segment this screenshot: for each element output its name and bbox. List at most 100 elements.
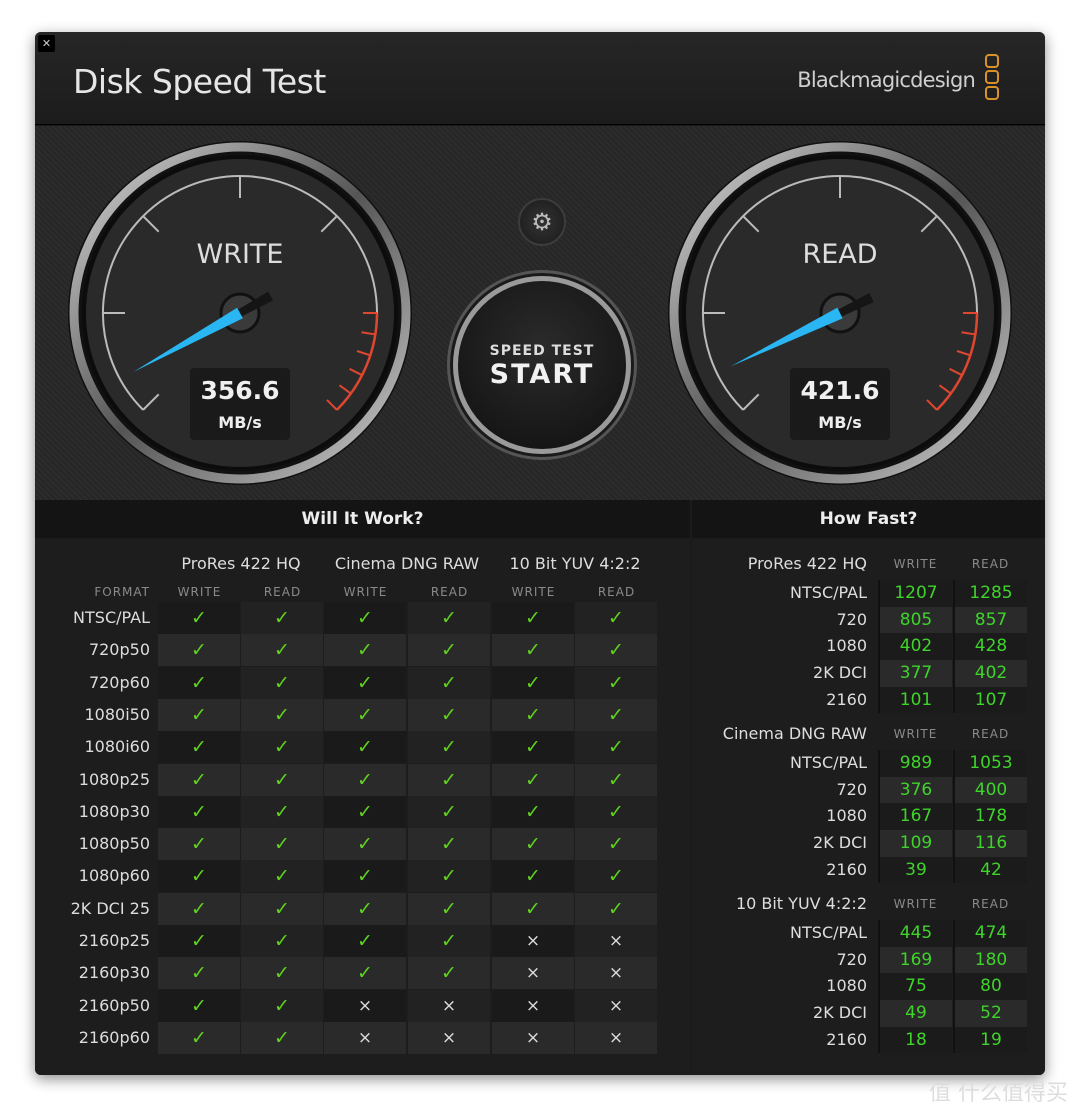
check-icon: ✓ bbox=[158, 731, 240, 764]
brand-logo-icon bbox=[985, 54, 1001, 102]
start-button[interactable]: SPEED TEST START bbox=[453, 276, 631, 454]
read-fps-value: 42 bbox=[953, 856, 1027, 884]
watermark: 值 什么值得买 bbox=[929, 1081, 1068, 1106]
write-fps-value: 167 bbox=[878, 803, 952, 831]
check-icon: ✓ bbox=[324, 698, 406, 731]
cross-icon: × bbox=[575, 1021, 657, 1054]
resolution-label: 720 bbox=[836, 779, 867, 799]
read-fps-value: 52 bbox=[953, 1000, 1027, 1027]
read-fps-value: 400 bbox=[953, 776, 1027, 804]
check-icon: ✓ bbox=[324, 731, 406, 764]
cross-icon: × bbox=[492, 989, 574, 1022]
write-gauge-label: WRITE bbox=[197, 239, 284, 270]
format-label: 1080p30 bbox=[78, 801, 150, 821]
check-icon: ✓ bbox=[575, 602, 657, 634]
read-fps-value: 107 bbox=[953, 686, 1027, 714]
check-icon: ✓ bbox=[575, 731, 657, 764]
check-icon: ✓ bbox=[408, 925, 490, 957]
how-fast-group-name: Cinema DNG RAW bbox=[722, 724, 867, 743]
how-fast-group-name: 10 Bit YUV 4:2:2 bbox=[735, 894, 867, 913]
check-icon: ✓ bbox=[324, 892, 406, 925]
cross-icon: × bbox=[408, 1021, 490, 1054]
settings-gear-icon[interactable]: ⚙ bbox=[518, 198, 566, 246]
resolution-label: 2160 bbox=[826, 859, 867, 879]
subcolumn-header: READ bbox=[597, 585, 636, 599]
how-fast-table: ProRes 422 HQ WRITE READ NTSC/PAL 1207 1285 72… bbox=[692, 538, 1045, 1075]
write-fps-value: 805 bbox=[878, 606, 952, 634]
write-column-header: WRITE bbox=[893, 557, 938, 571]
write-fps-value: 376 bbox=[878, 776, 952, 804]
resolution-label: 720 bbox=[836, 949, 867, 969]
check-icon: ✓ bbox=[492, 828, 574, 861]
check-icon: ✓ bbox=[575, 795, 657, 828]
cross-icon: × bbox=[575, 989, 657, 1022]
read-fps-value: 428 bbox=[953, 633, 1027, 661]
resolution-label: 1080 bbox=[826, 636, 867, 656]
check-icon: ✓ bbox=[408, 795, 490, 828]
check-icon: ✓ bbox=[158, 989, 240, 1022]
format-label: 720p60 bbox=[88, 672, 150, 692]
check-icon: ✓ bbox=[158, 860, 240, 893]
cross-icon: × bbox=[324, 989, 406, 1022]
format-column-header: FORMAT bbox=[94, 585, 150, 599]
check-icon: ✓ bbox=[241, 828, 323, 861]
cross-icon: × bbox=[492, 957, 574, 990]
format-label: 1080p50 bbox=[78, 834, 150, 854]
subcolumn-header: READ bbox=[263, 585, 302, 599]
format-label: 1080i50 bbox=[84, 704, 150, 724]
read-fps-value: 474 bbox=[953, 920, 1027, 947]
check-icon: ✓ bbox=[575, 892, 657, 925]
write-fps-value: 169 bbox=[878, 946, 952, 974]
check-icon: ✓ bbox=[241, 860, 323, 893]
check-icon: ✓ bbox=[241, 795, 323, 828]
write-fps-value: 18 bbox=[878, 1026, 952, 1054]
resolution-label: 2160 bbox=[826, 689, 867, 709]
check-icon: ✓ bbox=[241, 1021, 323, 1054]
check-icon: ✓ bbox=[324, 795, 406, 828]
check-icon: ✓ bbox=[158, 892, 240, 925]
format-label: 2K DCI 25 bbox=[70, 898, 150, 918]
subcolumn-header: WRITE bbox=[511, 585, 556, 599]
will-it-work-title: Will It Work? bbox=[35, 500, 690, 538]
check-icon: ✓ bbox=[324, 828, 406, 861]
check-icon: ✓ bbox=[492, 602, 574, 634]
check-icon: ✓ bbox=[241, 925, 323, 957]
check-icon: ✓ bbox=[408, 602, 490, 634]
check-icon: ✓ bbox=[324, 957, 406, 990]
group-header: ProRes 422 HQ bbox=[181, 554, 301, 573]
write-fps-value: 109 bbox=[878, 830, 952, 857]
subcolumn-header: READ bbox=[430, 585, 469, 599]
read-fps-value: 402 bbox=[953, 660, 1027, 687]
how-fast-title: How Fast? bbox=[692, 500, 1045, 538]
check-icon: ✓ bbox=[158, 1021, 240, 1054]
check-icon: ✓ bbox=[241, 731, 323, 764]
cross-icon: × bbox=[575, 925, 657, 957]
cross-icon: × bbox=[408, 989, 490, 1022]
check-icon: ✓ bbox=[492, 666, 574, 699]
write-fps-value: 445 bbox=[878, 920, 952, 947]
check-icon: ✓ bbox=[324, 763, 406, 796]
check-icon: ✓ bbox=[241, 666, 323, 699]
check-icon: ✓ bbox=[241, 634, 323, 667]
gauge-panel: WRITE 356.6 MB/s READ 421.6 MB/s ⚙ SPEED TES… bbox=[35, 126, 1045, 500]
check-icon: ✓ bbox=[324, 925, 406, 957]
close-icon[interactable]: ✕ bbox=[38, 35, 55, 52]
read-fps-value: 857 bbox=[953, 606, 1027, 634]
check-icon: ✓ bbox=[408, 860, 490, 893]
brand-name: Blackmagicdesign bbox=[797, 68, 976, 92]
write-fps-value: 39 bbox=[878, 856, 952, 884]
check-icon: ✓ bbox=[492, 795, 574, 828]
check-icon: ✓ bbox=[575, 763, 657, 796]
check-icon: ✓ bbox=[575, 828, 657, 861]
read-gauge: READ 421.6 MB/s bbox=[668, 141, 1012, 485]
read-fps-value: 180 bbox=[953, 946, 1027, 974]
read-fps-value: 178 bbox=[953, 803, 1027, 831]
write-fps-value: 402 bbox=[878, 633, 952, 661]
how-fast-group-name: ProRes 422 HQ bbox=[747, 554, 867, 573]
cross-icon: × bbox=[492, 1021, 574, 1054]
check-icon: ✓ bbox=[575, 634, 657, 667]
check-icon: ✓ bbox=[241, 892, 323, 925]
app-window: ✕ Disk Speed Test Blackmagicdesign WRITE… bbox=[35, 32, 1045, 1075]
resolution-label: 2160 bbox=[826, 1029, 867, 1049]
read-fps-value: 1285 bbox=[953, 580, 1027, 607]
